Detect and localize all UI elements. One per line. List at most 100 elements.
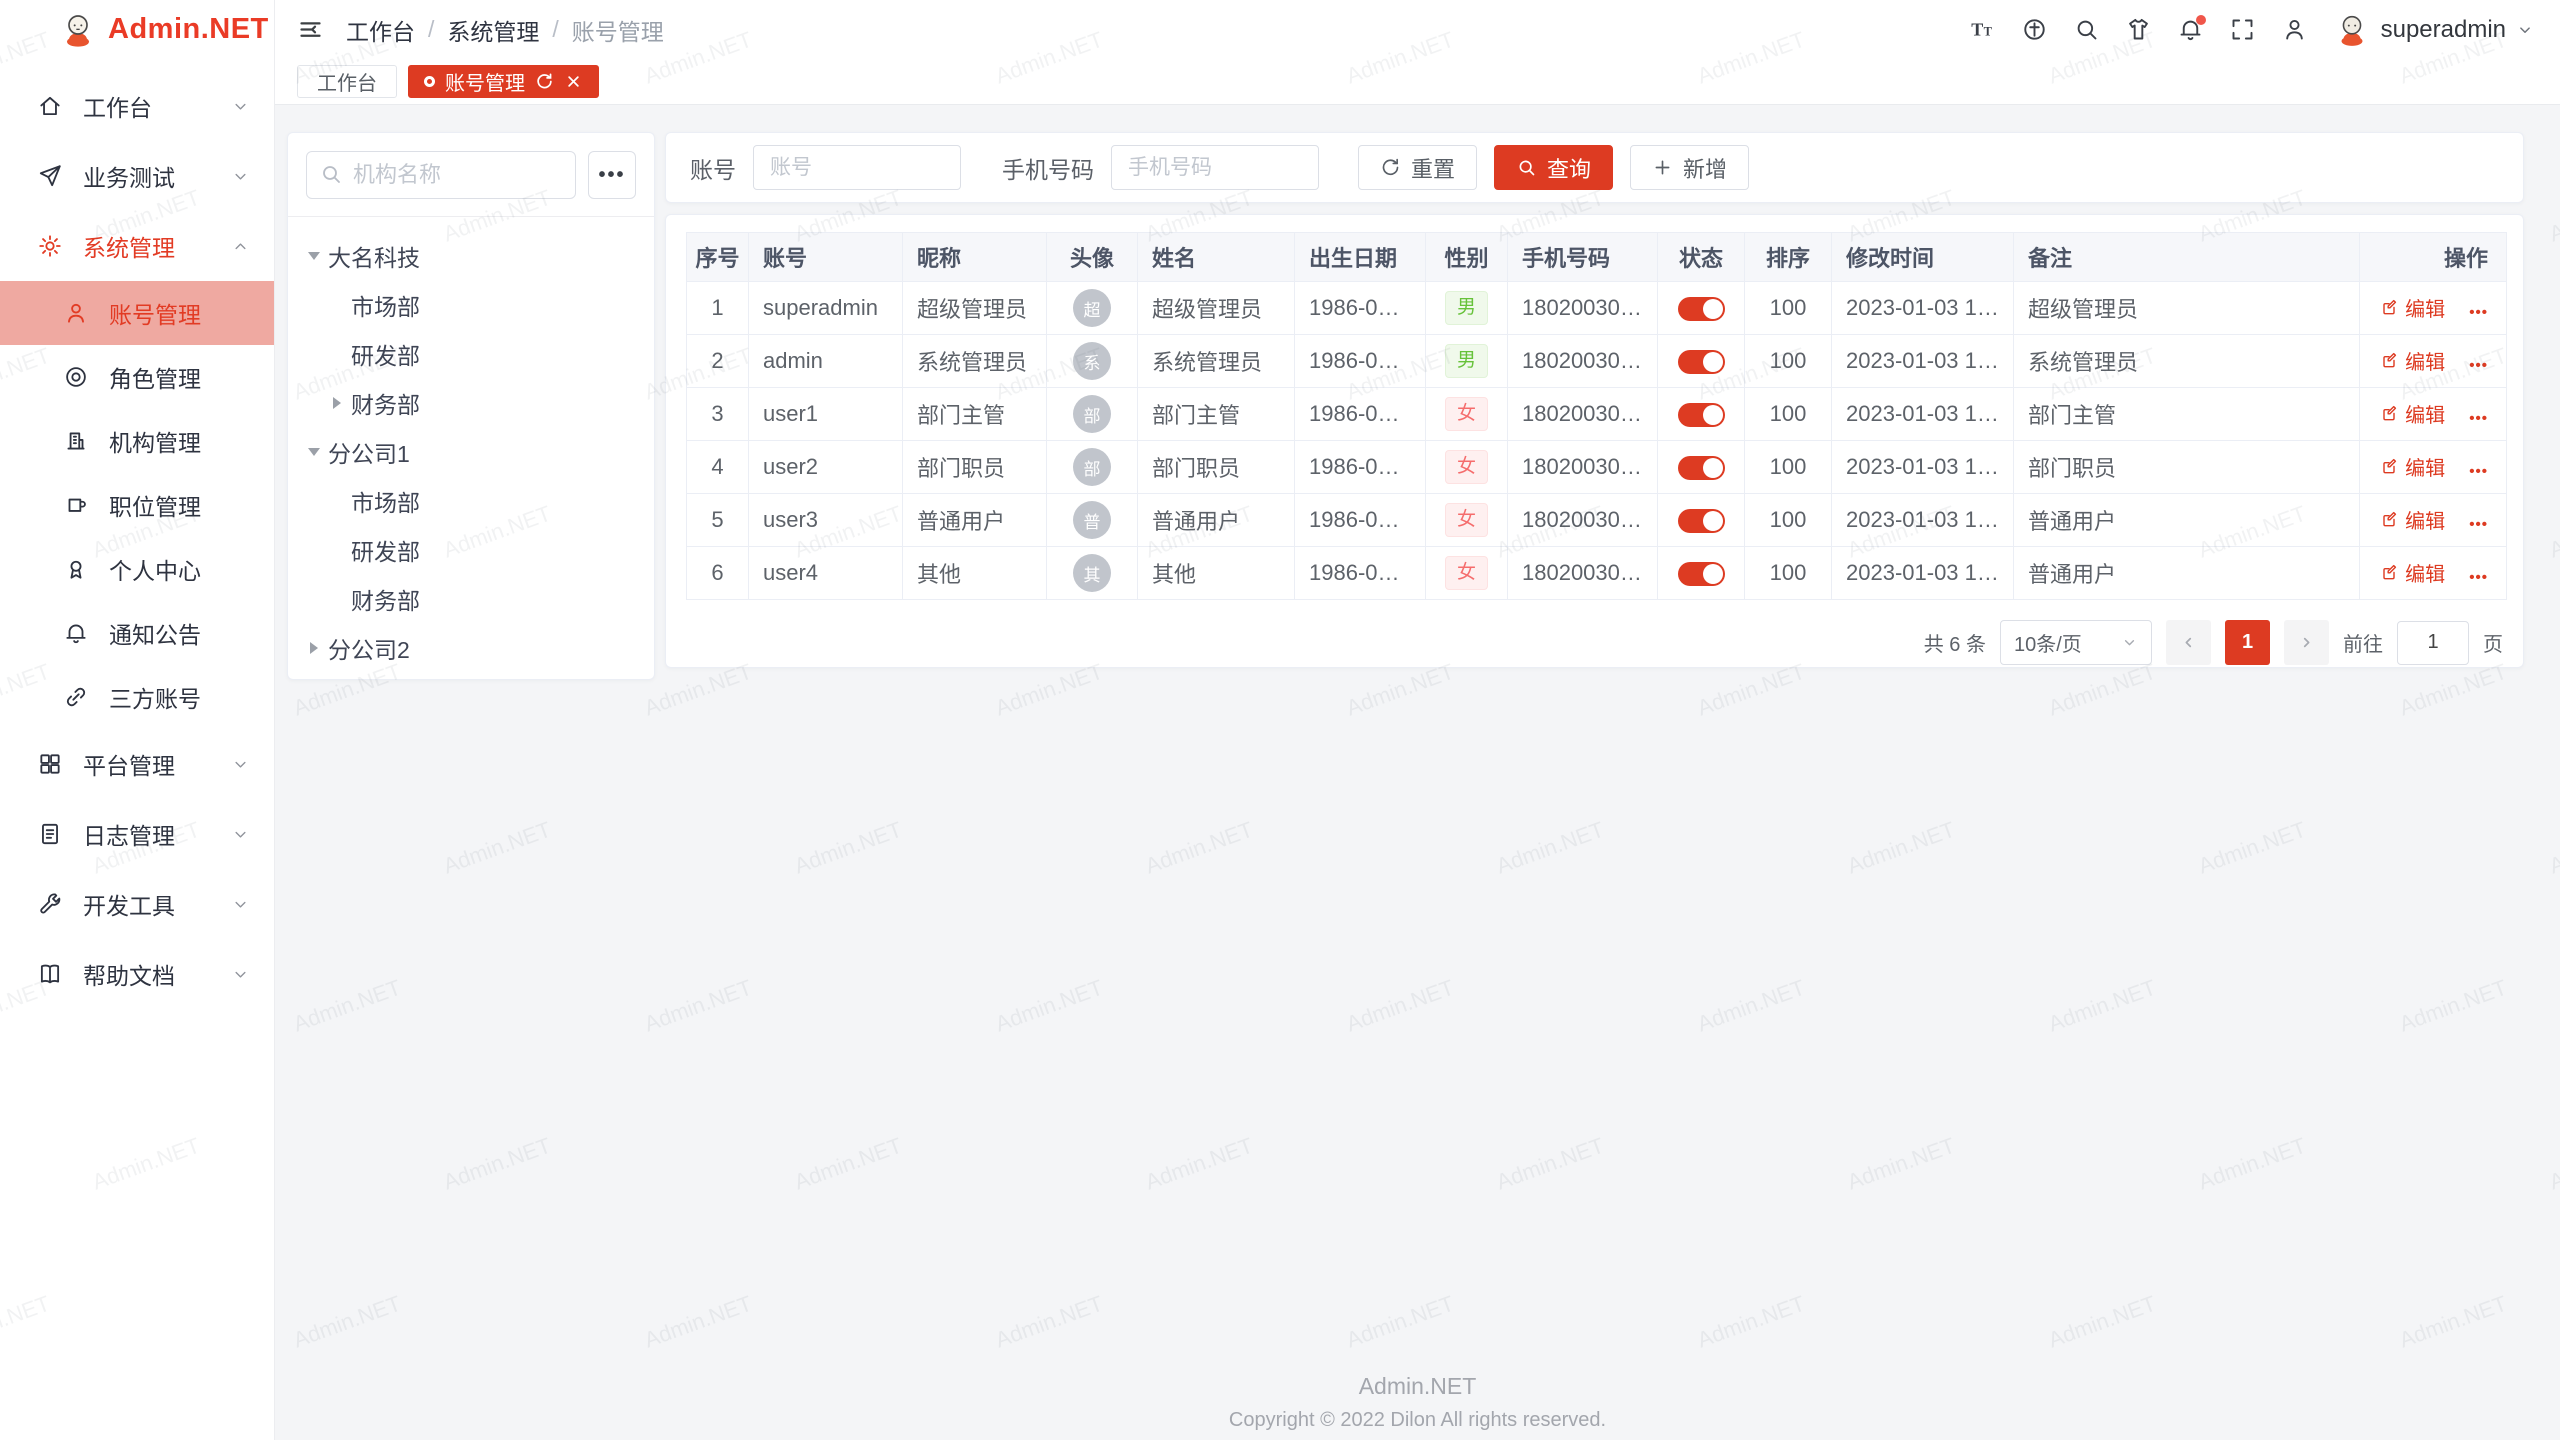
tree-node[interactable]: 市场部 [303,280,646,329]
tree-node[interactable]: 市场部 [303,476,646,525]
sidebar-subitem[interactable]: 账号管理 [0,281,274,345]
tree-node[interactable]: 大名科技 [303,231,646,280]
sidebar-subitem[interactable]: 通知公告 [0,601,274,665]
sidebar-subitem[interactable]: 机构管理 [0,409,274,473]
cell-index: 5 [687,494,749,547]
edit-button[interactable]: 编辑 [2379,346,2445,375]
edit-button[interactable]: 编辑 [2379,399,2445,428]
sidebar-item[interactable]: 系统管理 [0,211,274,281]
refresh-tab-icon[interactable] [535,72,554,91]
status-toggle[interactable] [1678,509,1725,533]
tree-node[interactable]: 财务部 [303,574,646,623]
next-page-button[interactable] [2284,620,2329,665]
font-size-icon[interactable]: TT [1961,8,2005,52]
close-tab-icon[interactable] [564,72,583,91]
tree-node[interactable]: 财务部 [303,378,646,427]
caret-icon[interactable] [303,441,325,463]
right-column: 账号 手机号码 重置 查询 新增 [665,132,2524,1440]
avatar: 部 [1073,395,1111,433]
status-toggle[interactable] [1678,562,1725,586]
cell-account: user1 [749,388,903,441]
user-menu[interactable]: superadmin [2333,11,2534,49]
page-size-value: 10条/页 [2014,628,2082,657]
brand-logo[interactable]: Admin.NET [0,0,274,59]
breadcrumb-item[interactable]: 工作台 [346,13,415,47]
caret-icon[interactable] [326,392,348,414]
more-actions-button[interactable]: ••• [2469,569,2488,586]
tab-account-management[interactable]: 账号管理 [408,65,599,98]
breadcrumb-item[interactable]: 账号管理 [572,13,664,47]
cell-index: 2 [687,335,749,388]
column-header: 昵称 [903,233,1047,282]
theme-icon[interactable] [2117,8,2161,52]
sidebar-item[interactable]: 帮助文档 [0,939,274,1009]
goto-page-input[interactable] [2397,621,2469,665]
cell-account: user4 [749,547,903,600]
account-input[interactable] [753,145,961,190]
phone-input[interactable] [1111,145,1319,190]
reset-button[interactable]: 重置 [1358,145,1477,190]
cell-phone: 18020030720 [1508,282,1658,335]
org-name-search-input[interactable] [306,151,576,199]
breadcrumb-item[interactable]: 系统管理 [447,13,539,47]
more-actions-button[interactable]: ••• [2469,463,2488,480]
column-header: 性别 [1426,233,1508,282]
collapse-menu-icon[interactable] [297,16,324,43]
sidebar-item[interactable]: 开发工具 [0,869,274,939]
fullscreen-icon[interactable] [2221,8,2265,52]
table-row: 4 user2 部门职员 部 部门职员 1986-06-28 女 1802003… [687,441,2507,494]
column-header: 状态 [1658,233,1745,282]
cell-birthdate: 1986-06-28 [1295,494,1426,547]
edit-button[interactable]: 编辑 [2379,452,2445,481]
tree-node[interactable]: 分公司2 [303,623,646,672]
tree-more-button[interactable]: ••• [588,151,636,199]
user-icon[interactable] [2273,8,2317,52]
table-row: 1 superadmin 超级管理员 超 超级管理员 1986-06-28 男 … [687,282,2507,335]
caret-icon[interactable] [303,637,325,659]
sidebar-item[interactable]: 平台管理 [0,729,274,799]
tree-node[interactable]: 分公司1 [303,427,646,476]
cell-birthdate: 1986-06-28 [1295,441,1426,494]
cell-phone: 18020030720 [1508,547,1658,600]
caret-icon[interactable] [303,245,325,267]
log-icon [37,821,63,847]
cell-modified-time: 2023-01-03 10:59:44 [1832,388,2014,441]
status-toggle[interactable] [1678,297,1725,321]
sidebar-menu: 工作台业务测试系统管理账号管理角色管理机构管理职位管理个人中心通知公告三方账号平… [0,59,274,1009]
status-toggle[interactable] [1678,403,1725,427]
edit-button[interactable]: 编辑 [2379,505,2445,534]
sidebar-subitem[interactable]: 角色管理 [0,345,274,409]
sidebar-subitem-label: 职位管理 [109,488,201,522]
more-actions-button[interactable]: ••• [2469,410,2488,427]
position-icon [63,492,89,518]
edit-button[interactable]: 编辑 [2379,558,2445,587]
add-button[interactable]: 新增 [1630,145,1749,190]
search-icon [1516,157,1537,178]
edit-button[interactable]: 编辑 [2379,293,2445,322]
status-toggle[interactable] [1678,456,1725,480]
notification-icon[interactable] [2169,8,2213,52]
more-actions-button[interactable]: ••• [2469,516,2488,533]
sidebar-subitem[interactable]: 个人中心 [0,537,274,601]
sidebar-item[interactable]: 日志管理 [0,799,274,869]
more-actions-button[interactable]: ••• [2469,357,2488,374]
tree-node-label: 大名科技 [328,239,420,273]
sidebar-item[interactable]: 业务测试 [0,141,274,211]
cell-birthdate: 1986-06-28 [1295,282,1426,335]
query-button[interactable]: 查询 [1494,145,1613,190]
tree-node[interactable]: 研发部 [303,329,646,378]
avatar: 超 [1073,289,1111,327]
status-toggle[interactable] [1678,350,1725,374]
page-number-button[interactable]: 1 [2225,620,2270,665]
sidebar-subitem[interactable]: 职位管理 [0,473,274,537]
tree-node[interactable]: 研发部 [303,525,646,574]
search-icon[interactable] [2065,8,2109,52]
page-size-select[interactable]: 10条/页 [2000,620,2152,665]
sidebar-subitem[interactable]: 三方账号 [0,665,274,729]
sidebar-item[interactable]: 工作台 [0,71,274,141]
cell-index: 4 [687,441,749,494]
tab-workbench[interactable]: 工作台 [297,65,397,98]
language-icon[interactable] [2013,8,2057,52]
prev-page-button[interactable] [2166,620,2211,665]
more-actions-button[interactable]: ••• [2469,304,2488,321]
